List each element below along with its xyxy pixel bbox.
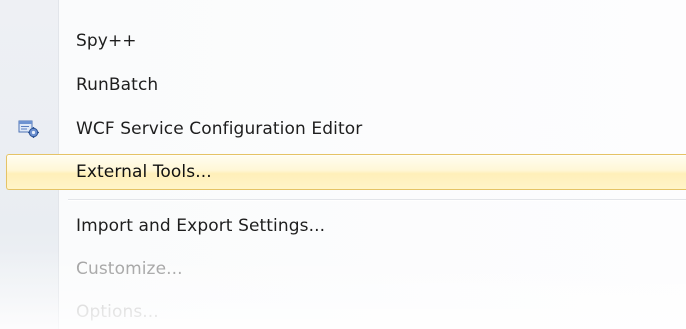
menu-item-options: Options... — [0, 293, 686, 329]
tools-menu: Spy++ RunBatch WCF Service Configuration… — [0, 0, 686, 329]
menu-item-label: WCF Service Configuration Editor — [76, 119, 363, 139]
menu-separator — [68, 199, 686, 201]
menu-item-external-tools[interactable]: External Tools... — [6, 154, 686, 190]
menu-item-import-export-settings[interactable]: Import and Export Settings... — [0, 207, 686, 246]
menu-item-label: Options... — [76, 302, 159, 322]
menu-item-label: External Tools... — [76, 162, 212, 182]
menu-item-runbatch[interactable]: RunBatch — [0, 66, 686, 105]
menu-item-label: RunBatch — [76, 75, 159, 95]
menu-item-label: Import and Export Settings... — [76, 216, 326, 236]
wcf-config-editor-icon — [18, 119, 40, 139]
menu-item-label: Customize... — [76, 259, 183, 279]
menu-item-label: Spy++ — [76, 31, 137, 51]
menu-item-spy[interactable]: Spy++ — [0, 22, 686, 61]
menu-item-wcf-service-configuration-editor[interactable]: WCF Service Configuration Editor — [0, 110, 686, 149]
menu-item-customize: Customize... — [0, 250, 686, 289]
